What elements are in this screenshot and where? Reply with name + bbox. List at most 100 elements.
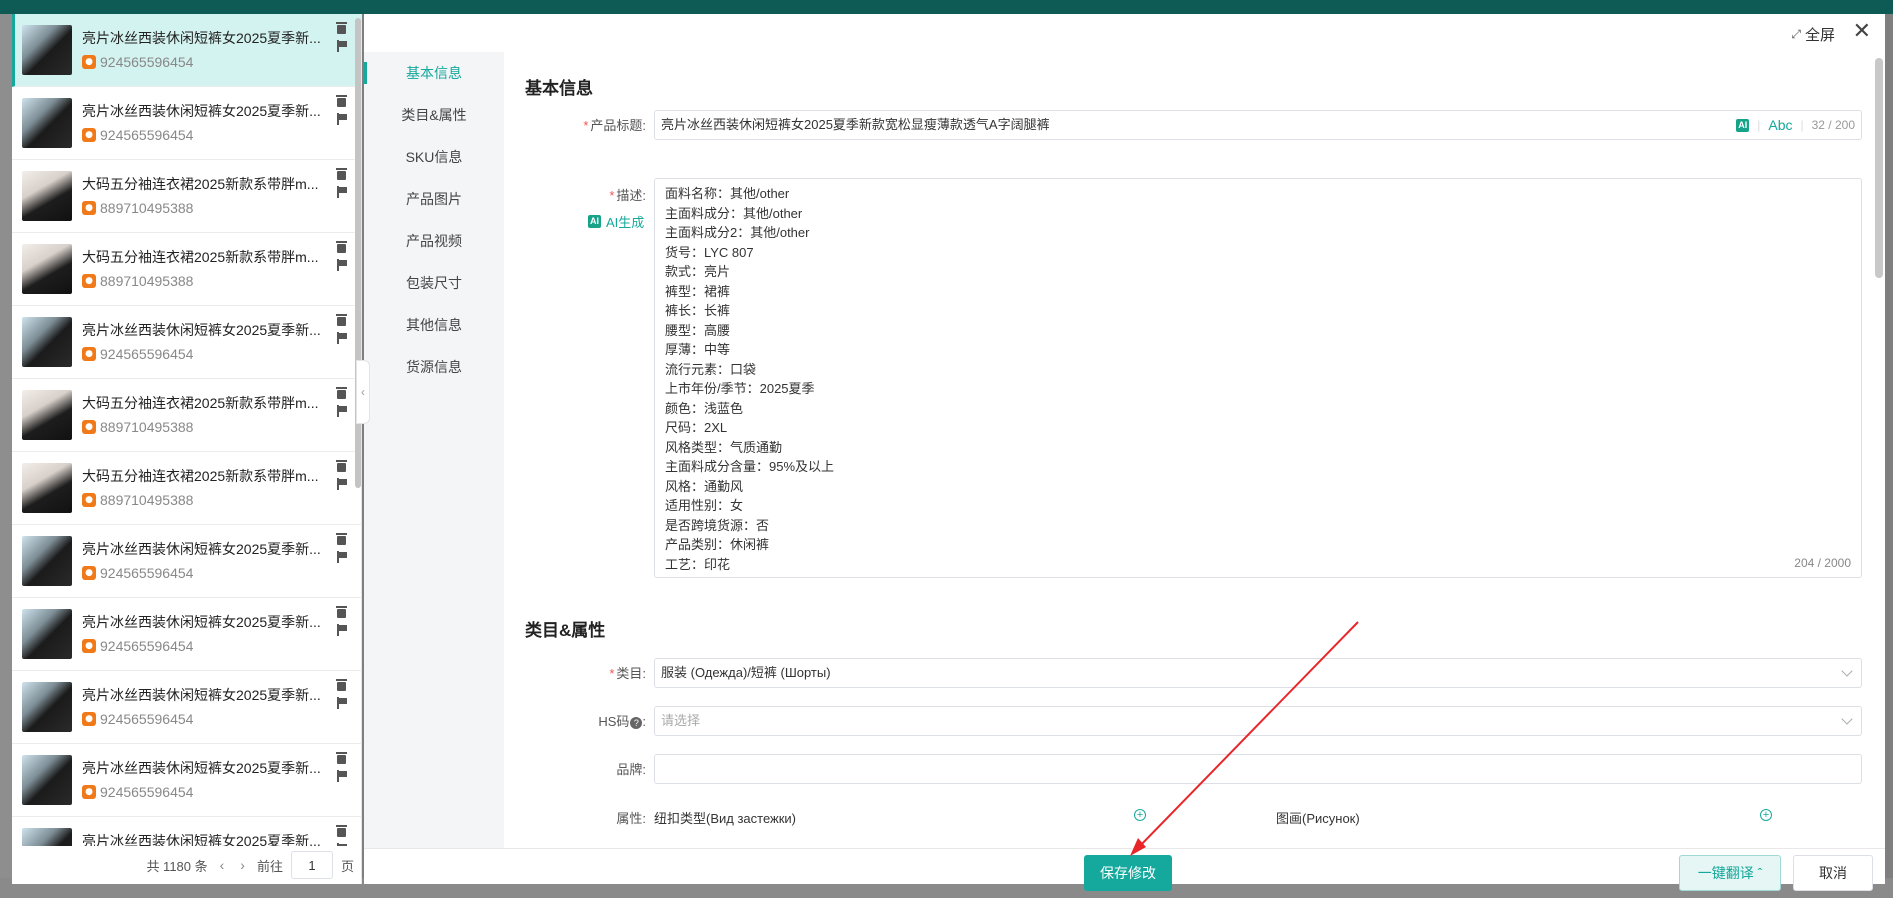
- nav-sku-info[interactable]: SKU信息: [364, 136, 504, 178]
- delete-icon[interactable]: [336, 387, 347, 399]
- product-thumbnail: [22, 682, 72, 732]
- add-attr-icon[interactable]: +: [1134, 809, 1146, 821]
- nav-category-attributes[interactable]: 类目&属性: [364, 94, 504, 136]
- product-title-value: 亮片冰丝西装休闲短裤女2025夏季新款宽松显瘦薄款透气A字阔腿裤: [661, 117, 1050, 132]
- prev-page-icon[interactable]: ‹: [216, 857, 229, 873]
- next-page-icon[interactable]: ›: [236, 857, 249, 873]
- shop-platform-icon: ●: [82, 420, 96, 434]
- nav-basic-info[interactable]: 基本信息: [364, 52, 504, 94]
- collapse-list-toggle[interactable]: ‹: [356, 360, 370, 424]
- product-list-item[interactable]: 亮片冰丝西装休闲短裤女2025夏季新... ● 924565596454: [12, 671, 362, 744]
- description-line: 主面料成分含量：95%及以上: [665, 459, 835, 474]
- description-line: 主面料成分2：其他/other: [665, 225, 810, 240]
- product-list-item[interactable]: 亮片冰丝西装休闲短裤女2025夏季新... ● 924565596454: [12, 598, 362, 671]
- delete-icon[interactable]: [336, 752, 347, 764]
- shop-platform-icon: ●: [82, 274, 96, 288]
- product-list: 亮片冰丝西装休闲短裤女2025夏季新... ● 924565596454 亮片冰丝西装…: [12, 14, 362, 846]
- save-button[interactable]: 保存修改: [1084, 855, 1172, 891]
- product-list-item[interactable]: 大码五分袖连衣裙2025新款系带胖m... ● 889710495388: [12, 452, 362, 525]
- nav-other-info[interactable]: 其他信息: [364, 304, 504, 346]
- description-line: 适用性别：女: [665, 498, 744, 513]
- product-list-item[interactable]: 亮片冰丝西装休闲短裤女2025夏季新...●: [12, 817, 362, 846]
- chevron-up-icon: ˆ: [1757, 865, 1763, 881]
- fullscreen-button[interactable]: ⤢ 全屏: [1791, 24, 1835, 45]
- delete-icon[interactable]: [336, 95, 347, 107]
- description-line: 工艺：印花: [665, 556, 731, 572]
- page-unit-label: 页: [340, 858, 354, 874]
- translate-button[interactable]: 一键翻译 ˆ: [1679, 855, 1781, 891]
- product-list-item[interactable]: 大码五分袖连衣裙2025新款系带胖m... ● 889710495388: [12, 379, 362, 452]
- product-title: 大码五分袖连衣裙2025新款系带胖m...: [82, 176, 319, 192]
- product-list-item[interactable]: 大码五分袖连衣裙2025新款系带胖m... ● 889710495388: [12, 160, 362, 233]
- delete-icon[interactable]: [336, 168, 347, 180]
- product-thumbnail: [22, 463, 72, 513]
- add-attr-icon[interactable]: +: [1760, 809, 1772, 821]
- description-line: 裤型：裙裤: [665, 283, 731, 299]
- chevron-left-icon: ‹: [361, 385, 365, 399]
- flag-icon[interactable]: [336, 332, 347, 344]
- flag-icon[interactable]: [336, 186, 347, 198]
- flag-icon[interactable]: [336, 113, 347, 125]
- delete-icon[interactable]: [336, 314, 347, 326]
- text-case-button[interactable]: Abc: [1768, 111, 1792, 139]
- form-scrollbar[interactable]: [1875, 58, 1883, 278]
- delete-icon[interactable]: [336, 460, 347, 472]
- category-select[interactable]: 服装 (Одежда)/短裤 (Шорты): [654, 658, 1862, 688]
- cancel-button[interactable]: 取消: [1793, 855, 1873, 891]
- nav-package-size[interactable]: 包装尺寸: [364, 262, 504, 304]
- delete-icon[interactable]: [336, 606, 347, 618]
- section-anchor-nav: 基本信息 类目&属性 SKU信息 产品图片 产品视频 包装尺寸 其他信息 货源信…: [356, 52, 504, 848]
- product-title: 大码五分袖连衣裙2025新款系带胖m...: [82, 395, 319, 411]
- brand-input[interactable]: [654, 754, 1862, 784]
- product-title-input[interactable]: 亮片冰丝西装休闲短裤女2025夏季新款宽松显瘦薄款透气A字阔腿裤 AI | Ab…: [654, 110, 1862, 140]
- pagination-total: 共 1180 条: [146, 858, 208, 874]
- nav-product-images[interactable]: 产品图片: [364, 178, 504, 220]
- description-line: 风格类型：气质通勤: [665, 439, 783, 455]
- description-textarea[interactable]: 面料名称：其他/other 主面料成分：其他/other 主面料成分2：其他/oth…: [654, 178, 1862, 578]
- product-list-item[interactable]: 亮片冰丝西装休闲短裤女2025夏季新... ● 924565596454: [12, 306, 362, 379]
- flag-icon[interactable]: [336, 770, 347, 782]
- delete-icon[interactable]: [336, 241, 347, 253]
- shop-platform-icon: ●: [82, 566, 96, 580]
- close-icon[interactable]: ✕: [1853, 20, 1871, 44]
- delete-icon[interactable]: [336, 22, 347, 34]
- ai-icon: AI: [588, 215, 601, 228]
- flag-icon[interactable]: [336, 551, 347, 563]
- nav-product-video[interactable]: 产品视频: [364, 220, 504, 262]
- flag-icon[interactable]: [336, 697, 347, 709]
- description-line: 裤长：长裤: [665, 303, 731, 318]
- product-list-item[interactable]: 亮片冰丝西装休闲短裤女2025夏季新... ● 924565596454: [12, 14, 362, 87]
- nav-source-info[interactable]: 货源信息: [364, 346, 504, 388]
- delete-icon[interactable]: [336, 533, 347, 545]
- goto-label: 前往: [256, 858, 283, 874]
- shop-platform-icon: ●: [82, 201, 96, 215]
- page-number-input[interactable]: [290, 851, 333, 879]
- product-title: 亮片冰丝西装休闲短裤女2025夏季新...: [82, 322, 321, 338]
- flag-icon[interactable]: [336, 40, 347, 52]
- form-content: 基本信息 * 产品标题: 亮片冰丝西装休闲短裤女2025夏季新款宽松显瘦薄款透气A…: [504, 52, 1885, 848]
- help-icon[interactable]: ?: [630, 717, 643, 729]
- hs-code-select[interactable]: 请选择: [654, 706, 1862, 736]
- flag-icon[interactable]: [336, 405, 347, 417]
- product-list-item[interactable]: 亮片冰丝西装休闲短裤女2025夏季新... ● 924565596454: [12, 87, 362, 160]
- product-list-item[interactable]: 亮片冰丝西装休闲短裤女2025夏季新... ● 924565596454: [12, 744, 362, 817]
- product-title: 亮片冰丝西装休闲短裤女2025夏季新...: [82, 833, 321, 846]
- product-list-item[interactable]: 大码五分袖连衣裙2025新款系带胖m... ● 889710495388: [12, 233, 362, 306]
- ai-generate-button[interactable]: AI AI生成: [588, 212, 644, 231]
- delete-icon[interactable]: [336, 825, 347, 837]
- flag-icon[interactable]: [336, 478, 347, 490]
- flag-icon[interactable]: [336, 259, 347, 271]
- product-thumbnail: [22, 755, 72, 805]
- product-list-item[interactable]: 亮片冰丝西装休闲短裤女2025夏季新... ● 924565596454: [12, 525, 362, 598]
- title-char-count: 32 / 200: [1811, 118, 1855, 132]
- product-thumbnail: [22, 25, 72, 75]
- product-title: 大码五分袖连衣裙2025新款系带胖m...: [82, 468, 319, 484]
- description-line: 款式：亮片: [665, 264, 731, 279]
- delete-icon[interactable]: [336, 679, 347, 691]
- shop-platform-icon: ●: [82, 493, 96, 507]
- product-title: 亮片冰丝西装休闲短裤女2025夏季新...: [82, 760, 321, 776]
- edit-product-dialog: ⤢ 全屏 ✕ 基本信息 类目&属性 SKU信息 产品图片 产品视频 包装尺寸 其…: [356, 14, 1885, 891]
- flag-icon[interactable]: [336, 624, 347, 636]
- ai-optimize-icon[interactable]: AI: [1736, 118, 1750, 132]
- description-line: 尺码：2XL: [665, 420, 728, 435]
